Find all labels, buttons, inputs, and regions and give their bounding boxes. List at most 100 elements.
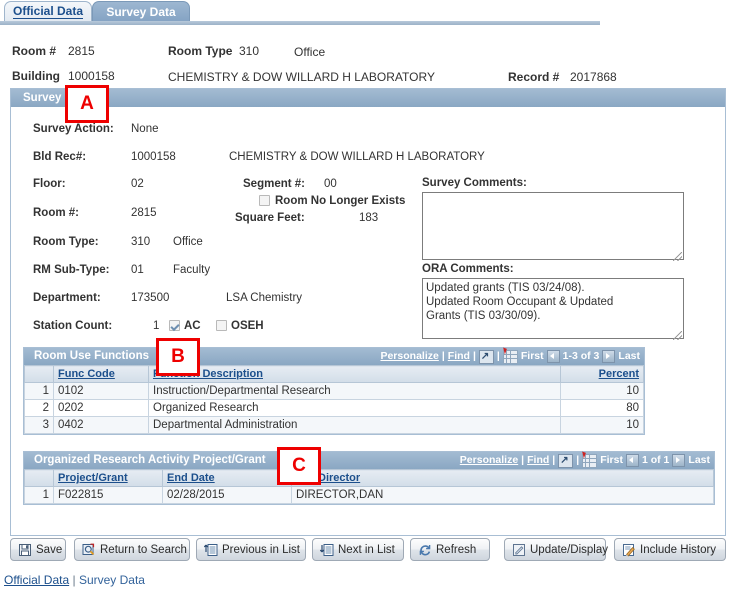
oseh-label: OSEH <box>231 320 264 332</box>
include-history-label: Include History <box>640 543 717 556</box>
room-number-field-value: 2815 <box>131 207 157 219</box>
annotation-c: C <box>277 447 321 485</box>
row-index: 1 <box>24 382 54 400</box>
next-page-icon[interactable] <box>672 454 686 467</box>
save-button-label: Save <box>36 543 63 556</box>
percent-cell: 10 <box>560 382 644 400</box>
table-header-row: Project/Grant End Date P/G Director <box>24 469 714 487</box>
table-row[interactable]: 1 F022815 02/28/2015 DIRECTOR,DAN <box>24 486 714 504</box>
last-label[interactable]: Last <box>618 348 640 365</box>
action-toolbar: Save Return to Search Previous in List N… <box>0 538 736 564</box>
save-button[interactable]: Save <box>10 538 66 561</box>
include-history-icon <box>622 543 636 557</box>
project-grant-header[interactable]: Project/Grant <box>53 469 163 487</box>
function-description-header[interactable]: Function Description <box>148 365 561 383</box>
function-description-cell: Organized Research <box>148 399 561 417</box>
return-to-search-label: Return to Search <box>100 543 187 556</box>
rm-subtype-label: RM Sub-Type: <box>33 264 110 276</box>
update-display-button[interactable]: Update/Display <box>504 538 608 561</box>
pg-director-header[interactable]: P/G Director <box>291 469 714 487</box>
ora-comments-wrap <box>422 278 684 342</box>
expand-view-icon[interactable] <box>558 452 574 469</box>
record-header: Room # 2815 Room Type 310 Office Buildin… <box>0 26 736 86</box>
search-return-icon <box>82 543 96 557</box>
organized-research-grant-table: Project/Grant End Date P/G Director 1 F0… <box>24 469 714 504</box>
download-spreadsheet-icon[interactable] <box>582 453 598 468</box>
table-row[interactable]: 1 0102 Instruction/Departmental Research… <box>24 382 644 400</box>
next-page-icon[interactable] <box>602 350 616 363</box>
previous-page-icon[interactable] <box>625 454 639 467</box>
first-label[interactable]: First <box>600 452 623 469</box>
expand-view-icon[interactable] <box>478 348 494 365</box>
include-history-button[interactable]: Include History <box>614 538 726 561</box>
tab-survey-data[interactable]: Survey Data <box>92 1 190 21</box>
personalize-link[interactable]: Personalize <box>380 348 438 365</box>
annotation-b: B <box>156 338 200 376</box>
footer-link-separator: | <box>72 573 76 587</box>
personalize-link[interactable]: Personalize <box>460 452 518 469</box>
survey-action-label: Survey Action: <box>33 123 114 135</box>
previous-page-icon[interactable] <box>546 350 560 363</box>
room-type-field-label: Room Type: <box>33 236 99 248</box>
tab-official-data[interactable]: Official Data <box>4 1 92 21</box>
refresh-button[interactable]: Refresh <box>410 538 490 561</box>
bld-rec-value: 1000158 <box>131 151 176 163</box>
tab-survey-data-label: Survey Data <box>106 4 176 19</box>
row-index-header <box>24 469 54 487</box>
row-counter: 1-3 of 3 <box>562 350 600 362</box>
percent-header[interactable]: Percent <box>560 365 644 383</box>
nav-sep-1: | <box>521 454 525 466</box>
table-row[interactable]: 3 0402 Departmental Administration 10 <box>24 416 644 434</box>
room-no-longer-exists-checkbox[interactable] <box>259 195 270 206</box>
footer-survey-data-link[interactable]: Survey Data <box>79 573 145 587</box>
nav-sep-3: | <box>496 350 500 362</box>
record-number-label: Record # <box>508 70 560 84</box>
floor-value: 02 <box>131 178 144 190</box>
row-counter: 1 of 1 <box>641 454 670 466</box>
percent-cell: 80 <box>560 399 644 417</box>
refresh-button-label: Refresh <box>436 543 477 556</box>
survey-panel-title: Survey <box>23 92 62 104</box>
func-code-cell: 0102 <box>53 382 149 400</box>
tab-underline <box>0 21 600 25</box>
room-type-label: Room Type <box>168 44 233 58</box>
survey-comments-label: Survey Comments: <box>422 177 527 189</box>
survey-comments-textarea[interactable] <box>422 192 684 260</box>
room-use-functions-table: Func Code Function Description Percent 1… <box>24 365 644 434</box>
last-label[interactable]: Last <box>688 452 710 469</box>
next-in-list-button[interactable]: Next in List <box>312 538 404 561</box>
first-label[interactable]: First <box>521 348 544 365</box>
organized-research-grant-title: Organized Research Activity Project/Gran… <box>34 454 266 466</box>
table-row[interactable]: 2 0202 Organized Research 80 <box>24 399 644 417</box>
find-link[interactable]: Find <box>448 348 470 365</box>
room-number-value: 2815 <box>68 44 95 58</box>
department-desc: LSA Chemistry <box>226 292 303 304</box>
room-use-functions-header: Room Use Functions Personalize | Find | … <box>24 348 644 365</box>
footer-official-data-link[interactable]: Official Data <box>4 573 69 587</box>
tab-official-data-label: Official Data <box>12 4 84 19</box>
ac-checkbox[interactable] <box>169 320 180 331</box>
previous-in-list-button[interactable]: Previous in List <box>196 538 306 561</box>
station-count-label: Station Count: <box>33 320 113 332</box>
survey-comments-wrap <box>422 192 684 263</box>
end-date-cell: 02/28/2015 <box>162 486 292 504</box>
func-code-header[interactable]: Func Code <box>53 365 149 383</box>
update-display-icon <box>512 543 526 557</box>
next-in-list-label: Next in List <box>338 543 395 556</box>
row-index: 1 <box>24 486 54 504</box>
rm-subtype-desc: Faculty <box>173 264 211 276</box>
func-code-cell: 0202 <box>53 399 149 417</box>
oseh-checkbox[interactable] <box>216 320 227 331</box>
room-type-field-value: 310 <box>131 236 151 248</box>
survey-panel: Survey Survey Action: None Bld Rec#: 100… <box>10 88 726 536</box>
download-spreadsheet-icon[interactable] <box>502 349 518 364</box>
room-type-field-desc: Office <box>173 236 203 248</box>
footer-links: Official Data | Survey Data <box>4 573 145 587</box>
survey-panel-header: Survey <box>11 89 725 107</box>
percent-cell: 10 <box>560 416 644 434</box>
find-link[interactable]: Find <box>527 452 549 469</box>
end-date-header[interactable]: End Date <box>162 469 292 487</box>
return-to-search-button[interactable]: Return to Search <box>74 538 190 561</box>
ora-comments-textarea[interactable] <box>422 278 684 339</box>
tab-strip: Official Data Survey Data <box>0 0 736 25</box>
